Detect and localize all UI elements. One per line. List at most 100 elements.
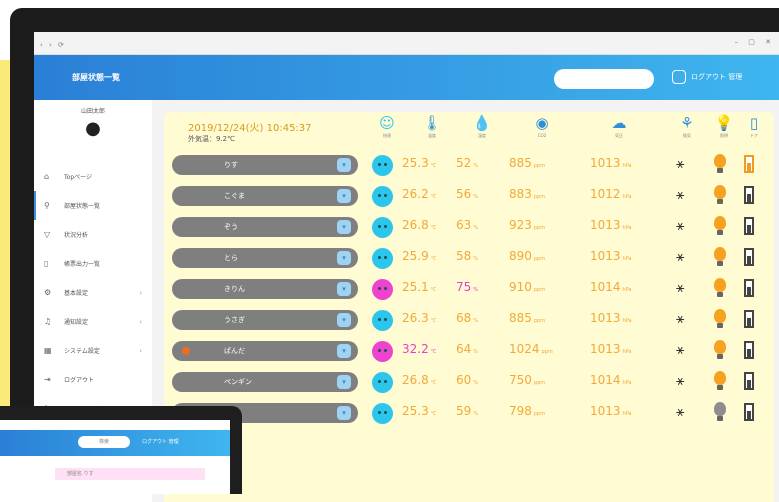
fan-icon: ⚹ xyxy=(676,156,685,172)
column-header-3: ◉ CO2 xyxy=(527,114,557,138)
pressure: 1013 hPa xyxy=(590,249,632,263)
room-select-button[interactable]: うさぎ ▾ xyxy=(172,310,358,330)
window-controls[interactable]: – ▢ ✕ xyxy=(735,38,775,46)
user-icon xyxy=(672,70,686,84)
humidity: 56% xyxy=(456,187,478,201)
column-label: 換気 xyxy=(683,133,691,138)
humidity: 68% xyxy=(456,311,478,325)
sidebar-user: 山田太郎 ● xyxy=(34,100,152,162)
room-detail-button[interactable]: ▾ xyxy=(337,158,351,172)
sidebar-item-1[interactable]: ⚲ 部屋状態一覧 xyxy=(34,191,152,220)
room-name: とら xyxy=(224,254,238,262)
pressure-unit: hPa xyxy=(622,163,632,169)
tablet-table-row[interactable]: 部屋名 りす xyxy=(55,468,205,480)
tablet-search-input[interactable]: 検索 xyxy=(78,436,130,448)
room-select-button[interactable]: とら ▾ xyxy=(172,248,358,268)
sidebar-item-label: ログアウト xyxy=(64,377,95,384)
bulb-icon xyxy=(714,247,726,266)
pressure: 1013 hPa xyxy=(590,342,632,356)
humidity-value: 58 xyxy=(456,249,472,263)
room-select-button[interactable]: きりん ▾ xyxy=(172,279,358,299)
room-select-button[interactable]: ぱんだ ▾ xyxy=(172,341,358,361)
sidebar-menu: ⌂ Topページ ⚲ 部屋状態一覧 ▽ 状況分析 ▯ 帳票出力一覧 ⚙ 基本設定 › ♫ 通知設定 › ▦ シ… xyxy=(34,162,152,423)
temperature: 25.9 ℃ xyxy=(402,249,436,263)
current-datetime: 2019/12/24(火) 10:45:37 xyxy=(188,123,312,134)
column-header-1: 🌡 温度 xyxy=(417,114,447,139)
room-detail-button[interactable]: ▾ xyxy=(337,313,351,327)
room-detail-button[interactable]: ▾ xyxy=(337,282,351,296)
co2: 798 ppm xyxy=(509,404,545,418)
sidebar-item-5[interactable]: ♫ 通知設定 › xyxy=(34,307,152,336)
humidity-unit: % xyxy=(473,163,479,169)
panel-header: 2019/12/24(火) 10:45:37 外気温：9.2℃ ☺ 快適 🌡 温度 💧 湿… xyxy=(164,112,774,150)
sidebar-item-0[interactable]: ⌂ Topページ xyxy=(34,162,152,191)
search-input[interactable] xyxy=(554,69,654,89)
sidebar-item-3[interactable]: ▯ 帳票出力一覧 xyxy=(34,249,152,278)
comfort-face-icon xyxy=(372,310,393,331)
co2-value: 890 xyxy=(509,249,532,263)
room-detail-button[interactable]: ▾ xyxy=(337,406,351,420)
pressure-value: 1013 xyxy=(590,249,621,263)
settings-icon: ⚙ xyxy=(44,288,52,297)
temperature: 26.8 ℃ xyxy=(402,218,436,232)
logout-icon: ⇥ xyxy=(44,375,51,384)
pressure-unit: hPa xyxy=(622,380,632,386)
co2: 890 ppm xyxy=(509,249,545,263)
room-detail-button[interactable]: ▾ xyxy=(337,344,351,358)
pressure: 1013 hPa xyxy=(590,404,632,418)
co2-unit: ppm xyxy=(533,225,546,231)
temperature: 32.2 ℃ xyxy=(402,342,436,356)
humidity-value: 64 xyxy=(456,342,472,356)
alert-dot-icon xyxy=(182,347,190,355)
room-name: ぱんだ xyxy=(224,347,245,355)
sidebar-item-7[interactable]: ⇥ ログアウト xyxy=(34,365,152,394)
room-name: きりん xyxy=(224,285,245,293)
pressure-unit: hPa xyxy=(622,349,632,355)
bell-icon: ♫ xyxy=(44,317,52,326)
door-icon xyxy=(744,155,754,173)
sidebar-item-label: 部屋状態一覧 xyxy=(64,203,101,210)
humidity-value: 63 xyxy=(456,218,472,232)
pressure-value: 1013 xyxy=(590,342,621,356)
bulb-icon xyxy=(714,154,726,173)
door-icon xyxy=(744,310,754,328)
co2-unit: ppm xyxy=(533,256,546,262)
column-header-4: ☁ 気圧 xyxy=(604,114,634,139)
co2: 923 ppm xyxy=(509,218,545,232)
sidebar-item-6[interactable]: ▦ システム設定 › xyxy=(34,336,152,365)
humidity: 75% xyxy=(456,280,478,294)
humidity-value: 56 xyxy=(456,187,472,201)
sidebar-item-label: 基本設定 xyxy=(64,290,89,297)
humidity-unit: % xyxy=(473,225,479,231)
user-menu[interactable]: ログアウト 管理 xyxy=(672,70,742,84)
sidebar-item-4[interactable]: ⚙ 基本設定 › xyxy=(34,278,152,307)
temperature-value: 26.2 xyxy=(402,187,429,201)
pressure-value: 1013 xyxy=(590,311,621,325)
column-label: 気圧 xyxy=(615,133,623,138)
room-select-button[interactable]: ぞう ▾ xyxy=(172,217,358,237)
temperature-value: 32.2 xyxy=(402,342,429,356)
room-detail-button[interactable]: ▾ xyxy=(337,375,351,389)
room-select-button[interactable]: こぐま ▾ xyxy=(172,186,358,206)
drop-icon: 💧 xyxy=(472,114,492,132)
room-select-button[interactable]: ペンギン ▾ xyxy=(172,372,358,392)
room-name: りす xyxy=(224,161,238,169)
bulb-icon: 💡 xyxy=(714,114,734,132)
pressure-unit: hPa xyxy=(622,194,632,200)
room-detail-button[interactable]: ▾ xyxy=(337,220,351,234)
sidebar-item-2[interactable]: ▽ 状況分析 xyxy=(34,220,152,249)
column-header-5: ⚘ 換気 xyxy=(672,114,702,139)
comfort-face-icon xyxy=(372,186,393,207)
tablet-user-menu[interactable]: ログアウト 管理 xyxy=(142,438,179,445)
co2: 910 ppm xyxy=(509,280,545,294)
room-name: ペンギン xyxy=(224,378,252,386)
co2-unit: ppm xyxy=(533,411,546,417)
comfort-face-icon xyxy=(372,248,393,269)
pressure-value: 1013 xyxy=(590,404,621,418)
temperature-unit: ℃ xyxy=(430,256,437,262)
room-detail-button[interactable]: ▾ xyxy=(337,189,351,203)
room-detail-button[interactable]: ▾ xyxy=(337,251,351,265)
humidity: 59% xyxy=(456,404,478,418)
browser-nav-icons[interactable]: ‹ › ⟳ xyxy=(40,41,66,49)
room-select-button[interactable]: りす ▾ xyxy=(172,155,358,175)
